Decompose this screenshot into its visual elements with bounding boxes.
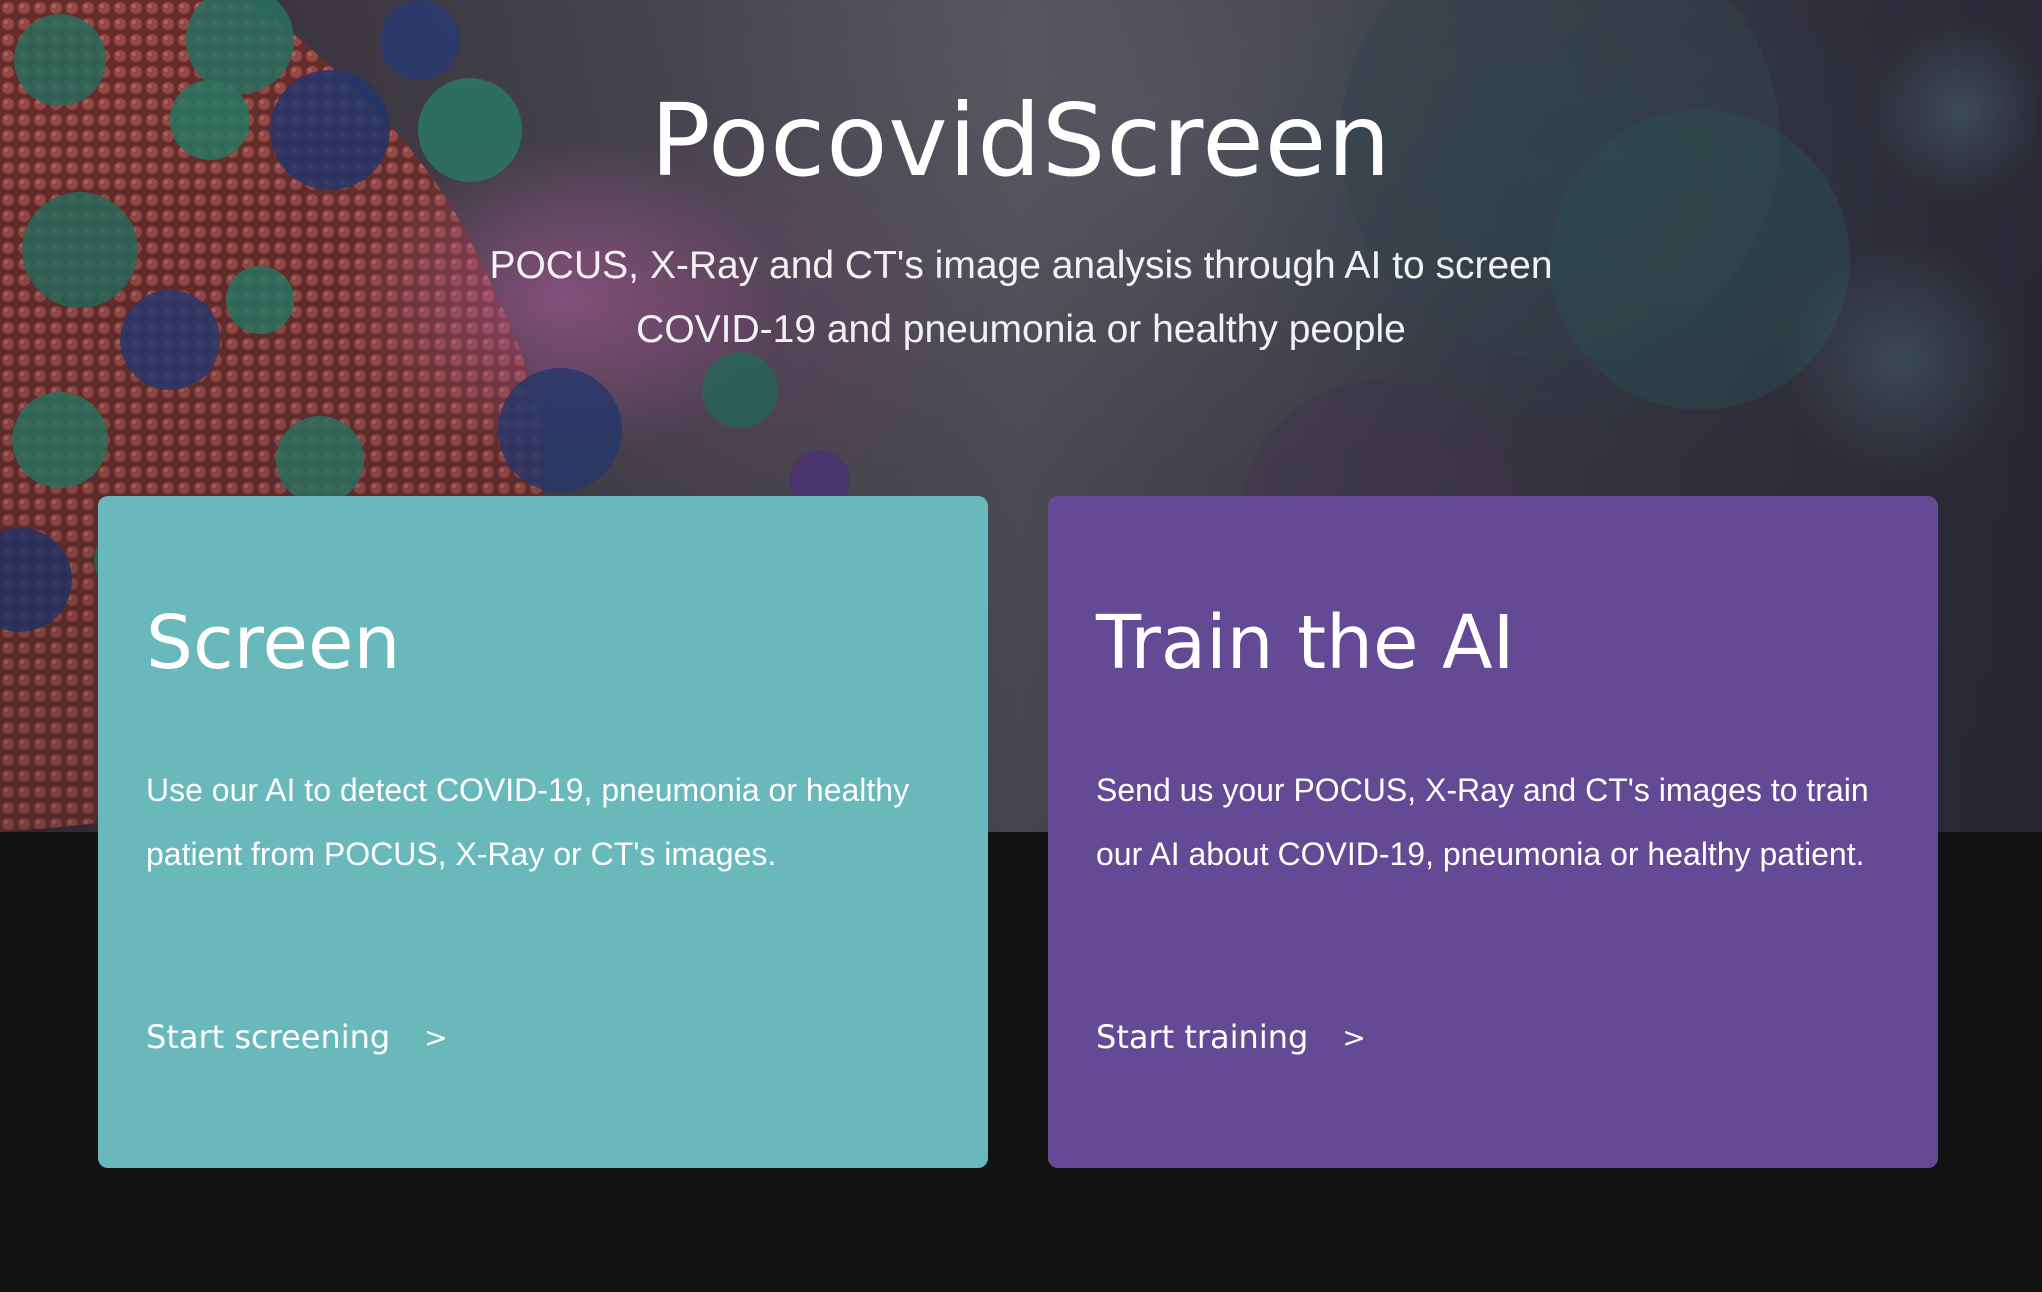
start-training-label: Start training: [1096, 1018, 1309, 1056]
start-screening-link[interactable]: Start screening >: [146, 1018, 448, 1056]
start-screening-label: Start screening: [146, 1018, 391, 1056]
site-title: PocovidScreen: [650, 82, 1392, 199]
screen-card-title: Screen: [146, 600, 401, 686]
train-card: Train the AI Send us your POCUS, X-Ray a…: [1048, 496, 1938, 1168]
train-card-description: Send us your POCUS, X-Ray and CT's image…: [1096, 772, 1869, 872]
start-training-link[interactable]: Start training >: [1096, 1018, 1366, 1056]
screen-card: Screen Use our AI to detect COVID-19, pn…: [98, 496, 988, 1168]
screen-card-description: Use our AI to detect COVID-19, pneumonia…: [146, 772, 910, 872]
train-card-title: Train the AI: [1096, 600, 1515, 686]
site-subtitle: POCUS, X-Ray and CT's image analysis thr…: [489, 244, 1553, 351]
page: PocovidScreen POCUS, X-Ray and CT's imag…: [0, 0, 2042, 1292]
chevron-right-icon: >: [1342, 1020, 1366, 1054]
chevron-right-icon: >: [424, 1020, 448, 1054]
